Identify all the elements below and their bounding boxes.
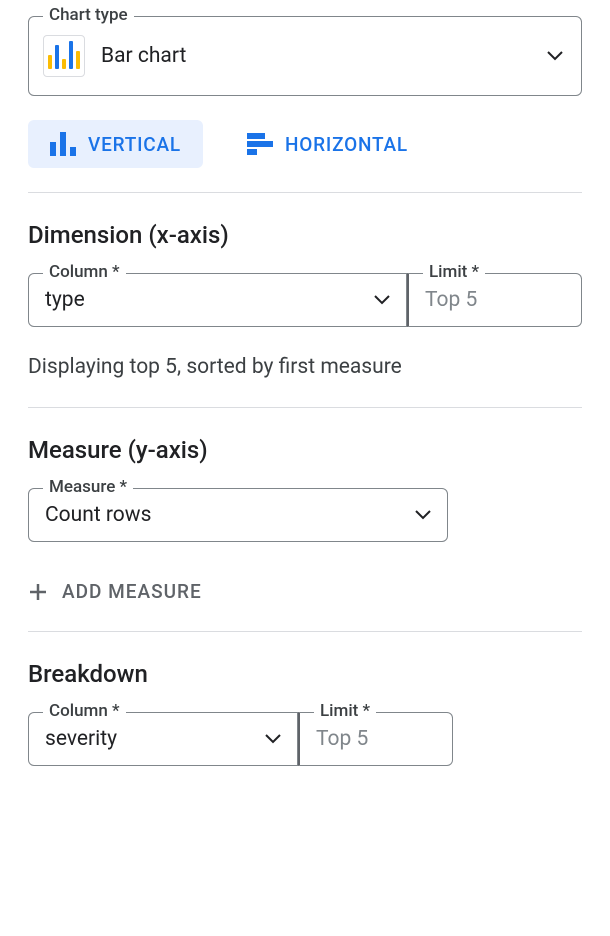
dimension-limit-value: Top 5 [425, 288, 565, 312]
breakdown-limit-value: Top 5 [316, 727, 436, 751]
breakdown-limit-legend: Limit * [314, 701, 376, 721]
dimension-limit-legend: Limit * [423, 262, 485, 282]
measure-select[interactable]: Measure * Count rows [28, 488, 448, 542]
measure-title: Measure (y-axis) [28, 436, 582, 464]
chevron-down-icon [547, 51, 563, 61]
breakdown-column-value: severity [45, 727, 265, 751]
bar-chart-icon [43, 35, 85, 77]
vertical-bars-icon [50, 132, 76, 156]
measure-legend: Measure * [43, 477, 133, 497]
divider [28, 631, 582, 632]
add-measure-label: ADD MEASURE [62, 580, 202, 603]
breakdown-column-legend: Column * [43, 701, 126, 721]
dimension-column-legend: Column * [43, 262, 126, 282]
dimension-title: Dimension (x-axis) [28, 221, 582, 249]
dimension-column-select[interactable]: Column * type [28, 273, 407, 327]
dimension-column-value: type [45, 288, 374, 312]
orientation-tabs: VERTICAL HORIZONTAL [28, 120, 582, 168]
chart-type-value: Bar chart [101, 44, 531, 68]
horizontal-bars-icon [247, 133, 273, 155]
measure-value: Count rows [45, 503, 415, 527]
breakdown-title: Breakdown [28, 660, 582, 688]
divider [28, 407, 582, 408]
divider [28, 192, 582, 193]
breakdown-limit-field[interactable]: Limit * Top 5 [298, 712, 453, 766]
dimension-limit-field[interactable]: Limit * Top 5 [407, 273, 582, 327]
tab-vertical[interactable]: VERTICAL [28, 120, 203, 168]
chart-type-legend: Chart type [43, 5, 134, 25]
chart-type-select[interactable]: Chart type Bar chart [28, 16, 582, 96]
tab-vertical-label: VERTICAL [88, 133, 181, 156]
chevron-down-icon [374, 295, 390, 305]
tab-horizontal[interactable]: HORIZONTAL [225, 120, 430, 168]
tab-horizontal-label: HORIZONTAL [285, 133, 408, 156]
chevron-down-icon [265, 734, 281, 744]
add-measure-button[interactable]: ADD MEASURE [28, 580, 582, 603]
chevron-down-icon [415, 510, 431, 520]
dimension-caption: Displaying top 5, sorted by first measur… [28, 355, 582, 379]
breakdown-column-select[interactable]: Column * severity [28, 712, 298, 766]
plus-icon [28, 582, 48, 602]
